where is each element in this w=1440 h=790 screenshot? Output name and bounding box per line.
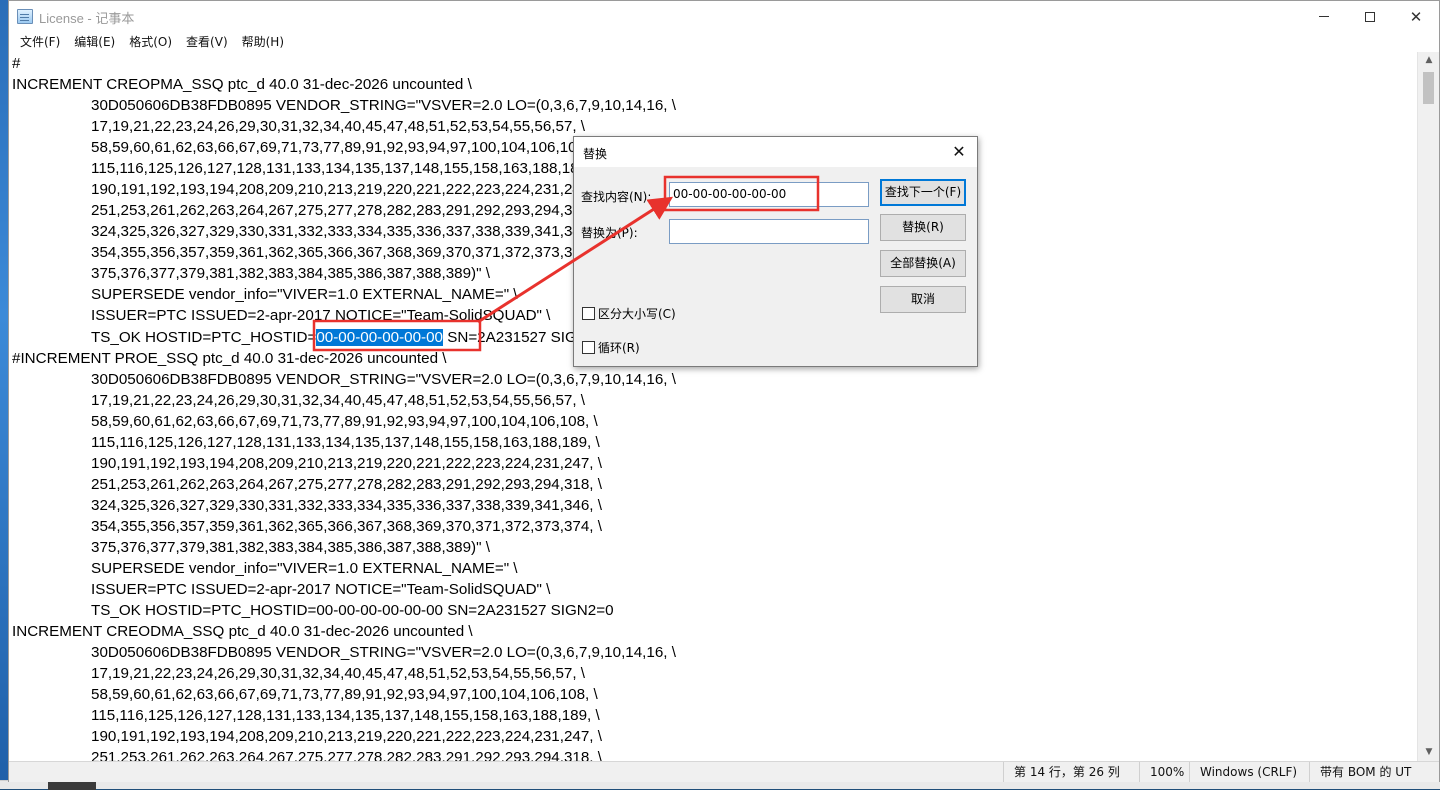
scrollbar-thumb[interactable] <box>1423 72 1434 104</box>
menu-format[interactable]: 格式(O) <box>122 32 179 52</box>
selected-text: 00-00-00-00-00-00 <box>316 328 443 346</box>
editor-line: 30D050606DB38FDB0895 VENDOR_STRING="VSVE… <box>91 644 676 662</box>
editor-line: SUPERSEDE vendor_info="VIVER=1.0 EXTERNA… <box>91 559 518 577</box>
replace-button[interactable]: 替换(R) <box>880 214 966 241</box>
dialog-close-button[interactable]: ✕ <box>943 137 975 167</box>
editor-line: 324,325,326,327,329,330,331,332,333,334,… <box>91 223 602 241</box>
editor-line: 17,19,21,22,23,24,26,29,30,31,32,34,40,4… <box>91 391 586 409</box>
scroll-up-icon[interactable]: ▲ <box>1418 52 1440 69</box>
editor-line: # <box>12 55 21 72</box>
editor-line: 115,116,125,126,127,128,131,133,134,135,… <box>91 707 600 725</box>
editor-line: 17,19,21,22,23,24,26,29,30,31,32,34,40,4… <box>91 665 586 683</box>
menu-view[interactable]: 查看(V) <box>179 32 235 52</box>
match-case-checkbox[interactable] <box>582 307 595 320</box>
dialog-title-bar[interactable]: 替换 ✕ <box>574 137 977 167</box>
editor-line: SUPERSEDE vendor_info="VIVER=1.0 EXTERNA… <box>91 286 518 304</box>
editor-line: 58,59,60,61,62,63,66,67,69,71,73,77,89,9… <box>91 686 598 704</box>
close-icon: ✕ <box>952 142 966 161</box>
minimize-icon <box>1319 16 1329 17</box>
status-encoding: 带有 BOM 的 UT <box>1309 762 1433 782</box>
maximize-icon <box>1365 11 1375 22</box>
editor-line: 190,191,192,193,194,208,209,210,213,219,… <box>91 728 602 746</box>
editor-line: 251,253,261,262,263,264,267,275,277,278,… <box>91 475 602 493</box>
status-cursor-position: 第 14 行，第 26 列 <box>1003 762 1139 782</box>
editor-line: ISSUER=PTC ISSUED=2-apr-2017 NOTICE="Tea… <box>91 307 551 325</box>
wrap-option[interactable]: 循环(R) <box>582 339 640 356</box>
menu-file[interactable]: 文件(F) <box>13 32 67 52</box>
editor-line: INCREMENT CREODMA_SSQ ptc_d 40.0 31-dec-… <box>12 623 473 641</box>
minimize-button[interactable] <box>1301 1 1347 32</box>
editor-line: 190,191,192,193,194,208,209,210,213,219,… <box>91 454 602 472</box>
scroll-down-icon[interactable]: ▼ <box>1418 744 1440 761</box>
status-zoom: 100% <box>1139 762 1189 782</box>
menu-edit[interactable]: 编辑(E) <box>67 32 122 52</box>
replace-dialog: 替换 ✕ 查找内容(N): 00-00-00-00-00-00 替换为(P): … <box>573 136 978 367</box>
editor-line: 30D050606DB38FDB0895 VENDOR_STRING="VSVE… <box>91 97 676 115</box>
editor-line: 251,253,261,262,263,264,267,275,277,278,… <box>91 202 602 220</box>
editor-line: 190,191,192,193,194,208,209,210,213,219,… <box>91 181 602 199</box>
menu-bar: 文件(F) 编辑(E) 格式(O) 查看(V) 帮助(H) <box>9 32 1439 52</box>
close-button[interactable]: ✕ <box>1393 1 1439 32</box>
editor-line: 354,355,356,357,359,361,362,365,366,367,… <box>91 244 602 262</box>
cancel-button[interactable]: 取消 <box>880 286 966 313</box>
editor-line: 251,253,261,262,263,264,267,275,277,278,… <box>91 749 602 761</box>
editor-line: 354,355,356,357,359,361,362,365,366,367,… <box>91 517 602 535</box>
line-text: TS_OK HOSTID=PTC_HOSTID= <box>91 328 317 346</box>
menu-help[interactable]: 帮助(H) <box>235 32 291 52</box>
wrap-checkbox[interactable] <box>582 341 595 354</box>
editor-line: 324,325,326,327,329,330,331,332,333,334,… <box>91 496 602 514</box>
replace-all-button[interactable]: 全部替换(A) <box>880 250 966 277</box>
status-line-ending: Windows (CRLF) <box>1189 762 1309 782</box>
window-title: License - 记事本 <box>39 11 135 26</box>
notepad-icon <box>17 9 33 24</box>
editor-line: ISSUER=PTC ISSUED=2-apr-2017 NOTICE="Tea… <box>91 581 551 598</box>
editor-line: 17,19,21,22,23,24,26,29,30,31,32,34,40,4… <box>91 118 586 136</box>
editor-line: TS_OK HOSTID=PTC_HOSTID=00-00-00-00-00-0… <box>91 327 614 348</box>
wrap-label: 循环(R) <box>598 341 640 355</box>
match-case-option[interactable]: 区分大小写(C) <box>582 305 676 322</box>
match-case-label: 区分大小写(C) <box>598 307 676 321</box>
editor-line: 115,116,125,126,127,128,131,133,134,135,… <box>91 160 600 178</box>
status-bar: 第 14 行，第 26 列 100% Windows (CRLF) 带有 BOM… <box>9 761 1439 782</box>
editor-line: INCREMENT CREOPMA_SSQ ptc_d 40.0 31-dec-… <box>12 76 472 94</box>
close-icon: ✕ <box>1409 7 1423 26</box>
vertical-scrollbar[interactable]: ▲ ▼ <box>1417 52 1439 761</box>
editor-line: 58,59,60,61,62,63,66,67,69,71,73,77,89,9… <box>91 412 598 430</box>
editor-line: #INCREMENT PROE_SSQ ptc_d 40.0 31-dec-20… <box>12 349 447 367</box>
find-input[interactable]: 00-00-00-00-00-00 <box>669 182 869 207</box>
editor-line: TS_OK HOSTID=PTC_HOSTID=00-00-00-00-00-0… <box>91 602 614 620</box>
notepad-window: License - 记事本 ✕ 文件(F) 编辑(E) 格式(O) 查看(V) … <box>8 0 1440 782</box>
editor-line: 115,116,125,126,127,128,131,133,134,135,… <box>91 433 600 451</box>
find-label: 查找内容(N): <box>581 190 652 204</box>
editor-line: 375,376,377,379,381,382,383,384,385,386,… <box>91 538 490 556</box>
replace-label: 替换为(P): <box>581 226 638 240</box>
dialog-title: 替换 <box>583 147 608 161</box>
find-next-button[interactable]: 查找下一个(F) <box>880 179 966 206</box>
editor-line: 58,59,60,61,62,63,66,67,69,71,73,77,89,9… <box>91 139 598 157</box>
editor-line: 375,376,377,379,381,382,383,384,385,386,… <box>91 265 490 283</box>
replace-input[interactable] <box>669 219 869 244</box>
editor-line: 30D050606DB38FDB0895 VENDOR_STRING="VSVE… <box>91 370 676 388</box>
maximize-button[interactable] <box>1347 1 1393 32</box>
title-bar[interactable]: License - 记事本 ✕ <box>9 1 1439 32</box>
